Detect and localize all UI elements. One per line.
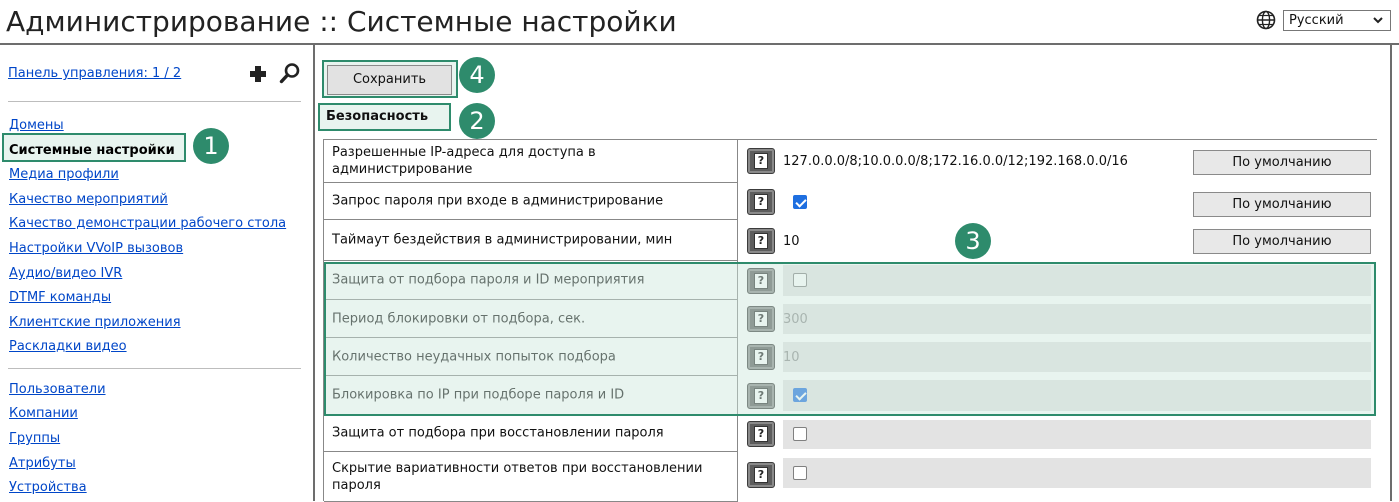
default-button[interactable]: По умолчанию [1193,192,1371,217]
save-button[interactable]: Сохранить [327,65,452,95]
language-select[interactable]: Русский [1283,9,1391,31]
language-switcher: Русский [1256,8,1391,32]
callout-badge-3: 3 [955,223,991,259]
help-icon[interactable]: ? [747,421,775,447]
sidebar-item-av-ivr[interactable]: Аудио/видео IVR [9,265,122,283]
callout-badge-2: 2 [459,103,495,139]
sidebar-item-attributes[interactable]: Атрибуты [9,455,76,473]
sidebar-item-dtmf[interactable]: DTMF команды [9,289,111,307]
section-title: Безопасность [326,109,429,124]
header-divider [0,43,1399,45]
sidebar-item-vvoip-settings[interactable]: Настройки VVoIP вызовов [9,240,183,258]
setting-label-cell: Запрос пароля при входе в администрирова… [324,183,738,220]
sidebar-item-video-layouts[interactable]: Раскладки видео [9,338,127,356]
setting-label: Скрытие вариативности ответов при восста… [332,460,703,493]
setting-label: Защита от подбора при восстановлении пар… [332,425,664,441]
control-panel-link[interactable]: Панель управления: 1 / 2 [8,66,181,81]
recovery-protection-checkbox[interactable] [793,427,807,441]
search-icon[interactable] [279,62,301,84]
sidebar-item-users[interactable]: Пользователи [9,381,106,399]
sidebar-separator [8,101,301,102]
settings-row: Скрытие вариативности ответов при восста… [324,452,1378,502]
setting-label: Запрос пароля при входе в администрирова… [332,193,664,209]
highlight-box-3 [324,262,1376,416]
sidebar-separator [8,368,301,369]
setting-label-cell: Разрешенные IP-адреса для доступа в адми… [324,140,738,183]
chevron-down-icon [1373,16,1383,23]
sidebar-item-conference-quality[interactable]: Качество мероприятий [9,191,168,209]
sidebar-item-media-profiles[interactable]: Медиа профили [9,166,119,184]
page-title: Администрирование :: Системные настройки [6,5,677,38]
settings-row: Запрос пароля при входе в администрирова… [324,183,1378,220]
setting-label-cell: Таймаут бездействия в администрировании,… [324,220,738,261]
setting-label-cell: Скрытие вариативности ответов при восста… [324,452,738,502]
plus-icon[interactable] [248,64,268,84]
sidebar-item-desktop-sharing-quality[interactable]: Качество демонстрации рабочего стола [9,215,286,233]
settings-row: Защита от подбора при восстановлении пар… [324,415,1378,452]
field-background [783,458,1371,488]
admin-password-checkbox[interactable] [793,195,807,209]
setting-label: Разрешенные IP-адреса для доступа в адми… [332,145,596,177]
field-background [783,420,1371,449]
admin-timeout-input[interactable]: 10 [783,234,800,249]
allowed-ip-input[interactable]: 127.0.0.0/8;10.0.0.0/8;172.16.0.0/12;192… [783,154,1128,169]
settings-row: Разрешенные IP-адреса для доступа в адми… [324,140,1378,183]
callout-badge-1: 1 [193,128,229,164]
sidebar-item-system-settings[interactable]: Системные настройки [9,142,175,160]
default-button[interactable]: По умолчанию [1193,229,1371,254]
default-button[interactable]: По умолчанию [1193,150,1371,175]
sidebar-divider [313,45,315,501]
sidebar-item-companies[interactable]: Компании [9,405,78,423]
help-icon[interactable]: ? [747,462,775,488]
sidebar-item-groups[interactable]: Группы [9,430,60,448]
main-right-border [1390,45,1392,501]
callout-badge-4: 4 [459,57,495,93]
sidebar-item-client-apps[interactable]: Клиентские приложения [9,314,181,332]
help-icon[interactable]: ? [747,228,775,254]
globe-icon [1256,10,1276,30]
setting-label: Таймаут бездействия в администрировании,… [332,232,673,248]
sidebar-item-devices[interactable]: Устройства [9,479,87,497]
hide-response-variance-checkbox[interactable] [793,466,807,480]
help-icon[interactable]: ? [747,189,775,215]
language-value: Русский [1289,12,1344,28]
settings-row: Таймаут бездействия в администрировании,… [324,220,1378,261]
help-icon[interactable]: ? [747,148,775,174]
setting-label-cell: Защита от подбора при восстановлении пар… [324,415,738,452]
